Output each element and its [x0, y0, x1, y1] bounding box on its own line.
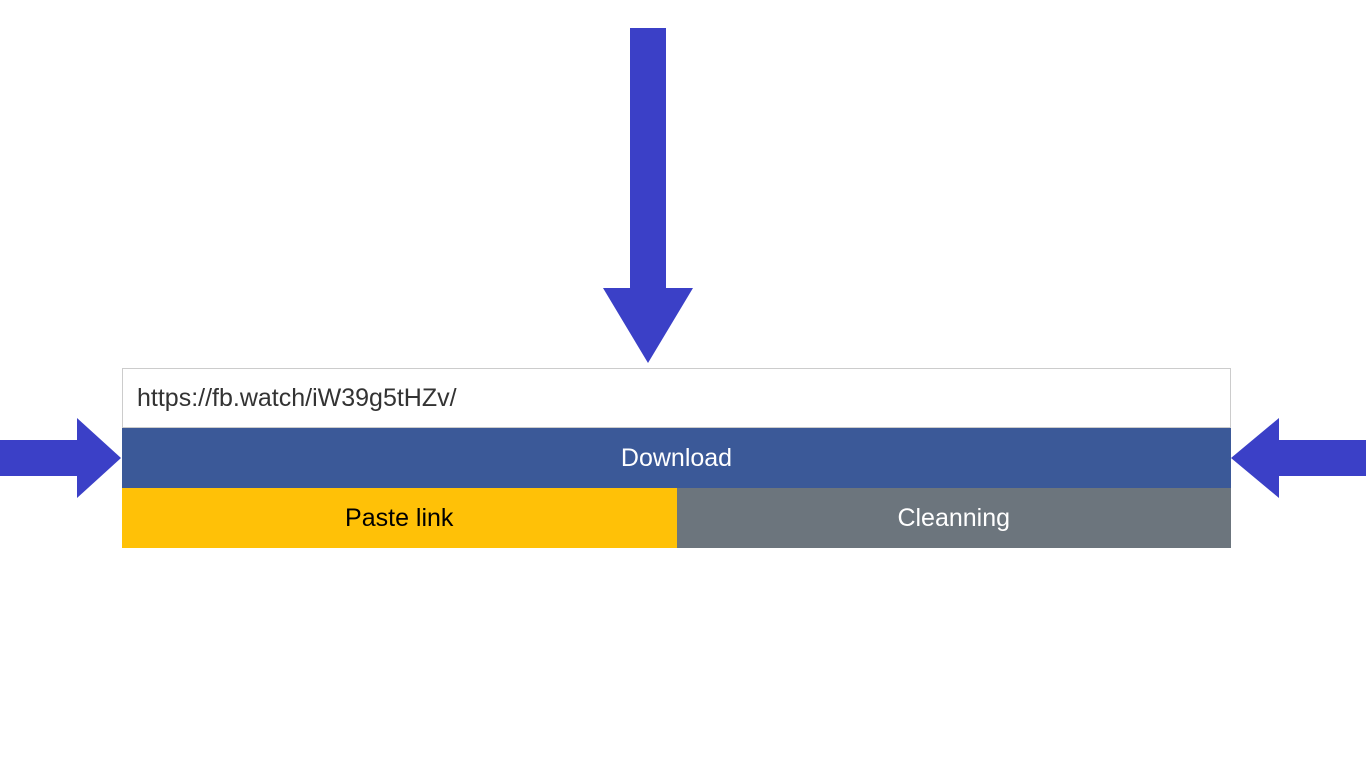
url-input[interactable] [122, 368, 1231, 428]
cleanning-button[interactable]: Cleanning [677, 488, 1232, 548]
paste-link-button[interactable]: Paste link [122, 488, 677, 548]
arrow-down-icon [603, 28, 693, 363]
arrow-left-icon [1231, 418, 1366, 498]
arrow-right-icon [0, 418, 121, 498]
download-button[interactable]: Download [122, 428, 1231, 488]
secondary-button-row: Paste link Cleanning [122, 488, 1231, 548]
download-panel: Download Paste link Cleanning [122, 368, 1231, 548]
